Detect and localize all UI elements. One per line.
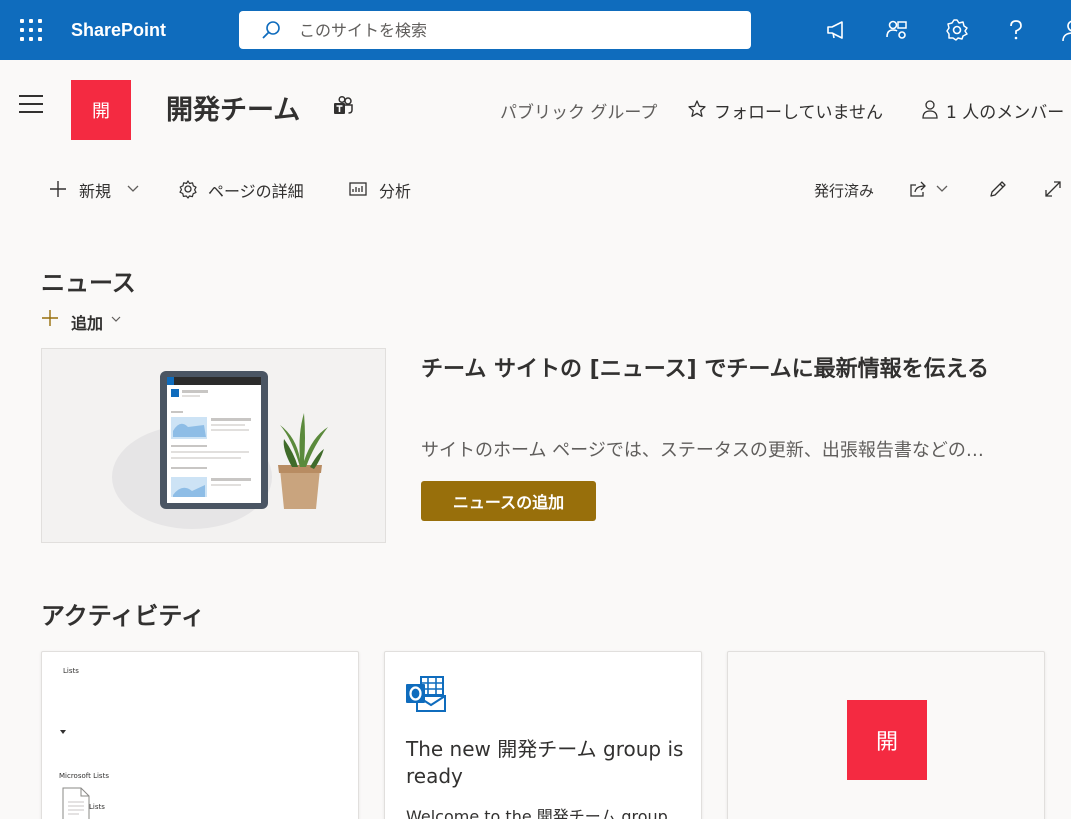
thumb-text: Microsoft Lists <box>59 772 109 780</box>
activity-card-lists[interactable]: Lists Microsoft Lists Lists <box>41 651 359 819</box>
gear-icon[interactable] <box>944 17 970 43</box>
star-icon[interactable] <box>687 99 707 119</box>
hamburger-menu-icon[interactable] <box>19 95 43 113</box>
edit-pencil-icon[interactable] <box>988 179 1008 199</box>
caret-down-icon <box>60 730 66 734</box>
document-icon <box>62 787 90 819</box>
waffle-icon[interactable] <box>20 19 42 41</box>
activity-card-site[interactable]: 開 <box>727 651 1045 819</box>
share-icon[interactable] <box>908 179 928 199</box>
publish-status: 発行済み <box>814 182 875 200</box>
chevron-down-icon[interactable] <box>935 183 949 195</box>
activity-card-group[interactable]: The new 開発チーム group is ready Welcome to … <box>384 651 702 819</box>
thumb-text: Lists <box>63 667 79 675</box>
outlook-icon <box>406 676 446 712</box>
help-icon[interactable] <box>1003 17 1029 43</box>
account-icon[interactable] <box>1060 17 1071 43</box>
search-box[interactable] <box>239 11 751 49</box>
analytics-icon <box>349 182 367 196</box>
people-settings-icon[interactable] <box>884 17 910 43</box>
news-heading: ニュース <box>41 269 136 297</box>
analytics-button[interactable]: 分析 <box>379 178 411 202</box>
members-button[interactable]: 1 人のメンバー <box>946 98 1064 123</box>
expand-icon[interactable] <box>1043 179 1063 199</box>
news-add-button[interactable]: 追加 <box>71 310 103 334</box>
thumb-text: Lists <box>89 803 105 811</box>
card-subtitle: Welcome to the 開発チーム group. <box>406 807 673 819</box>
activity-heading: アクティビティ <box>41 602 205 630</box>
megaphone-icon[interactable] <box>824 17 850 43</box>
site-title[interactable]: 開発チーム <box>166 88 300 127</box>
search-icon <box>262 21 280 39</box>
page-details-button[interactable]: ページの詳細 <box>208 178 304 202</box>
plus-icon[interactable] <box>41 309 59 327</box>
chevron-down-icon[interactable] <box>110 313 122 325</box>
chevron-down-icon[interactable] <box>126 183 140 195</box>
news-description: サイトのホーム ページでは、ステータスの更新、出張報告書などの… <box>421 440 984 461</box>
card-title: The new 開発チーム group is ready <box>406 737 684 788</box>
new-button[interactable]: 新規 <box>79 178 111 202</box>
add-news-button[interactable]: ニュースの追加 <box>421 481 596 521</box>
news-headline[interactable]: チーム サイトの [ニュース] でチームに最新情報を伝える <box>421 352 1041 388</box>
site-logo: 開 <box>847 700 927 780</box>
site-logo[interactable]: 開 <box>71 80 131 140</box>
plus-icon <box>50 181 66 197</box>
news-illustration <box>41 348 386 543</box>
app-brand[interactable]: SharePoint <box>71 20 166 41</box>
teams-icon[interactable] <box>332 95 354 117</box>
follow-button[interactable]: フォローしていません <box>714 98 883 123</box>
person-icon <box>922 100 938 119</box>
suite-bar: SharePoint <box>0 0 1071 60</box>
gear-icon <box>179 180 197 199</box>
group-type-label: パブリック グループ <box>500 103 658 123</box>
tablet-plant-illustration <box>112 371 328 529</box>
search-input[interactable] <box>299 19 729 41</box>
